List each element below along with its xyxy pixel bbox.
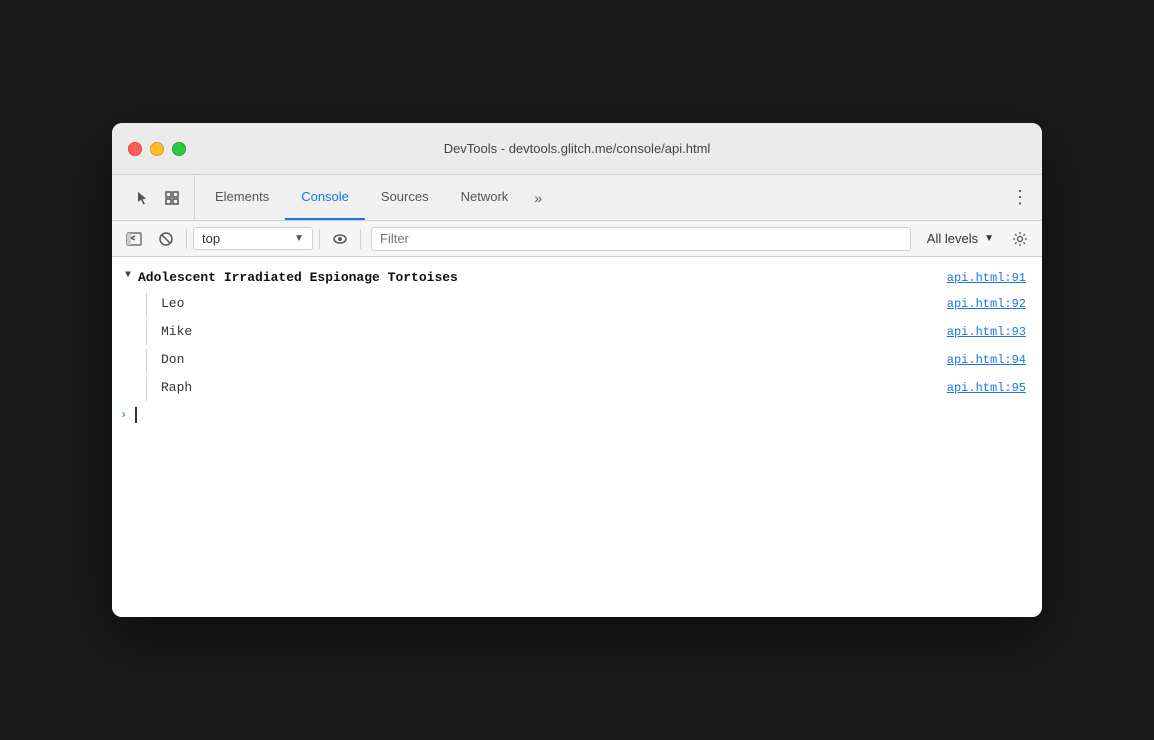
list-item: Raph api.html:95 (112, 375, 1042, 403)
prompt-cursor (135, 407, 137, 423)
toolbar-separator (186, 229, 187, 249)
levels-dropdown[interactable]: All levels ▼ (919, 228, 1002, 249)
traffic-lights (128, 142, 186, 156)
eye-icon[interactable] (326, 225, 354, 253)
toolbar-separator-3 (360, 229, 361, 249)
levels-arrow: ▼ (984, 233, 994, 244)
group-link[interactable]: api.html:91 (947, 267, 1034, 289)
toolbar-separator-2 (319, 229, 320, 249)
group-line (146, 349, 147, 373)
tabs-container: Elements Console Sources Network » (199, 175, 1006, 220)
title-bar: DevTools - devtools.glitch.me/console/ap… (112, 123, 1042, 175)
tab-console[interactable]: Console (285, 175, 365, 220)
close-button[interactable] (128, 142, 142, 156)
expand-icon[interactable]: ▼ (120, 267, 136, 283)
group-line (146, 377, 147, 401)
log-text-mike: Mike (161, 321, 947, 343)
tab-icon-group (120, 175, 195, 220)
link-don[interactable]: api.html:94 (947, 349, 1034, 371)
log-text-raph: Raph (161, 377, 947, 399)
prompt-row[interactable]: › (112, 403, 1042, 427)
sidebar-toggle-button[interactable] (120, 225, 148, 253)
group-line (146, 293, 147, 317)
cursor-icon[interactable] (128, 184, 156, 212)
list-item: Mike api.html:93 (112, 319, 1042, 347)
filter-input[interactable] (371, 227, 911, 251)
link-leo[interactable]: api.html:92 (947, 293, 1034, 315)
inspect-icon[interactable] (158, 184, 186, 212)
console-content: ▼ Adolescent Irradiated Espionage Tortoi… (112, 257, 1042, 617)
window-title: DevTools - devtools.glitch.me/console/ap… (444, 141, 711, 156)
list-item: Leo api.html:92 (112, 291, 1042, 319)
tab-network[interactable]: Network (445, 175, 525, 220)
link-raph[interactable]: api.html:95 (947, 377, 1034, 399)
more-tabs-button[interactable]: » (524, 184, 552, 212)
list-item: Don api.html:94 (112, 347, 1042, 375)
settings-button[interactable] (1006, 225, 1034, 253)
group-label: Adolescent Irradiated Espionage Tortoise… (138, 267, 947, 289)
console-toolbar: top ▼ All levels ▼ (112, 221, 1042, 257)
tab-elements[interactable]: Elements (199, 175, 285, 220)
context-selector[interactable]: top ▼ (193, 227, 313, 250)
log-group-header[interactable]: ▼ Adolescent Irradiated Espionage Tortoi… (112, 265, 1042, 291)
log-text-leo: Leo (161, 293, 947, 315)
devtools-menu-button[interactable]: ⋮ (1006, 184, 1034, 212)
tab-sources[interactable]: Sources (365, 175, 445, 220)
minimize-button[interactable] (150, 142, 164, 156)
prompt-chevron[interactable]: › (120, 408, 127, 422)
maximize-button[interactable] (172, 142, 186, 156)
context-dropdown-arrow: ▼ (294, 233, 304, 244)
clear-console-button[interactable] (152, 225, 180, 253)
link-mike[interactable]: api.html:93 (947, 321, 1034, 343)
devtools-window: DevTools - devtools.glitch.me/console/ap… (112, 123, 1042, 617)
tab-bar: Elements Console Sources Network » ⋮ (112, 175, 1042, 221)
log-text-don: Don (161, 349, 947, 371)
group-line (146, 321, 147, 345)
